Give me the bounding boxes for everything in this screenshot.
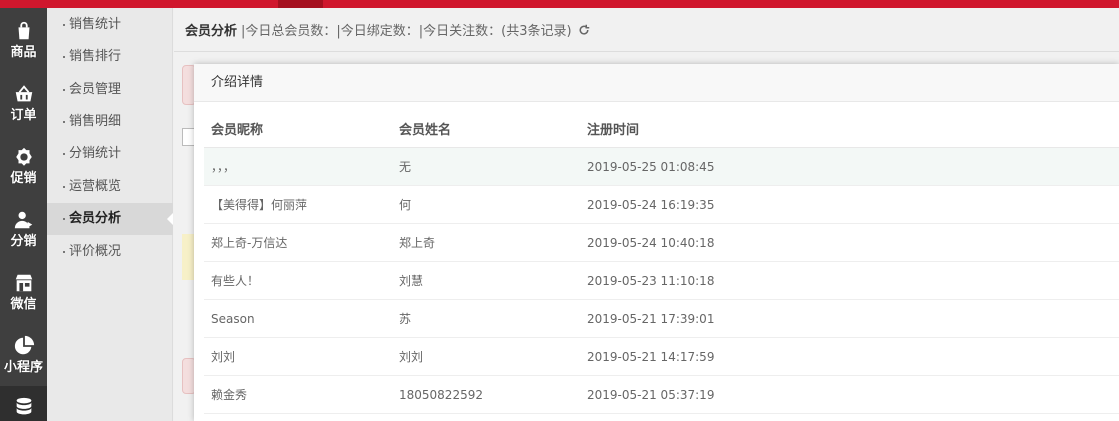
cell-nickname: 郑上奇-万信达: [211, 236, 288, 250]
table-row[interactable]: 刘刘 刘刘 2019-05-21 14:17:59: [204, 338, 1119, 376]
subnav-item-member-management[interactable]: 会员管理: [47, 74, 173, 106]
nav-data-active[interactable]: [0, 386, 47, 421]
table-header: 会员昵称 会员姓名 注册时间: [204, 110, 1119, 148]
subnav-item-member-analysis[interactable]: 会员分析: [47, 203, 173, 235]
cell-name: 苏: [399, 312, 412, 326]
cell-nickname: 有些人！: [211, 274, 260, 288]
subnav-item-sales-ranking[interactable]: 销售排行: [47, 41, 173, 73]
top-brand-bar: [0, 0, 1119, 8]
cell-name: 18050822592: [399, 387, 483, 402]
referral-table: 会员昵称 会员姓名 注册时间 ，，， 无 2019-05-25 01:08:45…: [204, 110, 1119, 414]
basket-icon: [15, 84, 32, 101]
cell-time: 2019-05-21 17:39:01: [587, 311, 715, 326]
cell-nickname: 刘刘: [211, 350, 236, 364]
table-row[interactable]: 有些人！ 刘慧 2019-05-23 11:10:18: [204, 262, 1119, 300]
subnav-item-distribution-stats[interactable]: 分销统计: [47, 138, 173, 170]
wechat-store-icon: [15, 274, 32, 291]
referral-detail-modal: 介绍详情 会员昵称 会员姓名 注册时间 ，，， 无 2019-05-25 01:…: [194, 64, 1119, 421]
table-row[interactable]: Season 苏 2019-05-21 17:39:01: [204, 300, 1119, 338]
subnav-item-review-overview[interactable]: 评价概况: [47, 236, 173, 268]
nav-miniprogram[interactable]: 小程序: [0, 323, 47, 386]
cell-nickname: 赖金秀: [211, 388, 248, 402]
column-header-time: 注册时间: [587, 123, 640, 138]
cell-time: 2019-05-23 11:10:18: [587, 273, 715, 288]
cell-time: 2019-05-24 16:19:35: [587, 197, 715, 212]
nav-wechat[interactable]: 微信: [0, 260, 47, 323]
cell-nickname: 【美得得】何丽萍: [211, 198, 308, 212]
table-row[interactable]: ，，， 无 2019-05-25 01:08:45: [204, 148, 1119, 186]
cell-time: 2019-05-21 14:17:59: [587, 349, 715, 364]
nav-promotions[interactable]: 促销: [0, 134, 47, 197]
nav-label: 微信: [10, 296, 37, 312]
subnav-item-sales-stats[interactable]: 销售统计: [47, 9, 173, 41]
nav-label: 小程序: [3, 359, 43, 375]
nav-label: 订单: [10, 107, 37, 123]
nav-label: 商品: [10, 44, 37, 60]
modal-title: 介绍详情: [194, 64, 1119, 102]
sale-badge-icon: [15, 147, 32, 166]
cell-name: 无: [399, 160, 412, 174]
top-active-tab[interactable]: [278, 0, 323, 8]
cell-nickname: Season: [211, 311, 255, 326]
database-icon: [16, 397, 31, 415]
nav-label: 促销: [10, 170, 37, 186]
column-header-name: 会员姓名: [399, 123, 452, 138]
subnav-item-operations-overview[interactable]: 运营概览: [47, 171, 173, 203]
nav-distribution[interactable]: 分销: [0, 197, 47, 260]
cell-name: 刘刘: [399, 350, 424, 364]
pie-icon: [14, 335, 34, 354]
table-row[interactable]: 赖金秀 18050822592 2019-05-21 05:37:19: [204, 376, 1119, 414]
refresh-icon[interactable]: [578, 24, 590, 36]
cell-name: 何: [399, 198, 412, 212]
cell-nickname: ，，，: [211, 160, 236, 174]
cell-time: 2019-05-21 05:37:19: [587, 387, 715, 402]
page-title: 会员分析: [185, 24, 238, 39]
column-header-nickname: 会员昵称: [211, 123, 264, 138]
shopping-bag-icon: [18, 21, 29, 39]
table-row[interactable]: 【美得得】何丽萍 何 2019-05-24 16:19:35: [204, 186, 1119, 224]
icon-sidebar: 商品 订单 促销 分销 微信 小程序: [0, 8, 47, 421]
nav-products[interactable]: 商品: [0, 8, 47, 71]
sub-sidebar: 销售统计 销售排行 会员管理 销售明细 分销统计 运营概览 会员分析 评价概况: [47, 8, 173, 421]
cell-time: 2019-05-25 01:08:45: [587, 159, 715, 174]
page-header: 会员分析 |今日总会员数：|今日绑定数：|今日关注数：(共3条记录): [174, 8, 1119, 52]
user-share-icon: [14, 211, 32, 228]
table-row[interactable]: 郑上奇-万信达 郑上奇 2019-05-24 10:40:18: [204, 224, 1119, 262]
cell-name: 刘慧: [399, 274, 424, 288]
member-stats-summary: |今日总会员数：|今日绑定数：|今日关注数：(共3条记录): [241, 24, 572, 39]
nav-label: 分销: [10, 233, 37, 249]
cell-name: 郑上奇: [399, 236, 436, 250]
cell-time: 2019-05-24 10:40:18: [587, 235, 715, 250]
nav-orders[interactable]: 订单: [0, 71, 47, 134]
subnav-item-sales-detail[interactable]: 销售明细: [47, 106, 173, 138]
